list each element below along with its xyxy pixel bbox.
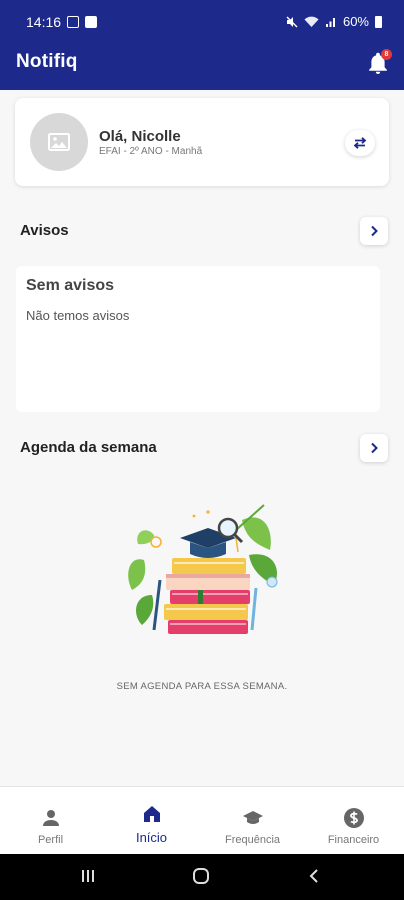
battery-percentage: 60% [342,14,369,29]
class-info: EFAI - 2º ANO - Manhã [99,146,203,157]
swap-arrows-icon [353,137,367,149]
notification-badge: 8 [381,49,392,60]
system-navigation-bar [0,854,404,900]
nav-label-financeiro: Financeiro [327,834,380,846]
wifi-icon [304,16,319,27]
agenda-title: Agenda da semana [20,439,157,456]
nav-item-inicio[interactable]: Início [101,787,202,854]
nav-label-frequencia: Frequência [224,834,281,846]
recent-apps-icon[interactable] [80,868,96,884]
status-bar: 14:16 60% [0,0,404,44]
message-notification-icon [67,16,80,28]
app-notification-icon [85,16,98,28]
chevron-right-icon [371,225,378,237]
mute-icon [286,16,298,27]
nav-label-perfil: Perfil [37,834,64,846]
avisos-empty-text: Não temos avisos [26,308,130,323]
back-icon[interactable] [308,868,320,884]
avisos-empty-title: Sem avisos [26,277,115,294]
greeting-text: Olá, Nicolle [99,128,181,145]
status-time: 14:16 [26,14,62,30]
chevron-right-icon [371,442,378,454]
person-icon [42,810,59,826]
profile-card: Olá, Nicolle EFAI - 2º ANO - Manhã [15,98,389,186]
avisos-title: Avisos [20,222,69,239]
nav-label-inicio: Início [135,830,168,845]
switch-student-button[interactable] [345,130,375,156]
nav-item-perfil[interactable]: Perfil [0,787,101,854]
app-bar: Notifiq 8 [0,44,404,90]
home-button-icon[interactable] [192,868,210,884]
signal-icon [325,17,335,27]
agenda-more-button[interactable] [360,434,388,462]
empty-agenda-text: SEM AGENDA PARA ESSA SEMANA. [116,681,288,692]
dollar-icon [343,808,364,828]
avisos-more-button[interactable] [360,217,388,245]
nav-item-financeiro[interactable]: Financeiro [303,787,404,854]
image-placeholder-icon [48,133,70,151]
avisos-card: Sem avisos Não temos avisos [16,266,380,412]
battery-icon [375,15,382,28]
home-icon [143,806,160,822]
app-title: Notifiq [16,51,78,72]
graduation-cap-icon [242,811,263,824]
bottom-navigation: Perfil Início Frequência Financeiro [0,786,404,854]
nav-item-frequencia[interactable]: Frequência [202,787,303,854]
avatar[interactable] [30,113,88,171]
books-illustration [128,504,278,634]
